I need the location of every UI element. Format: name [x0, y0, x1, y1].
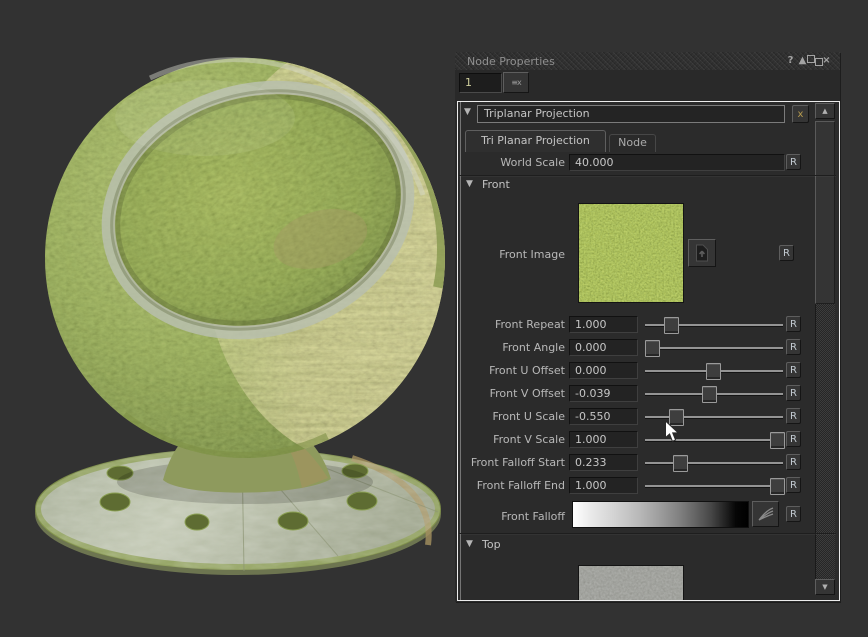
slider-handle[interactable]: [702, 386, 717, 403]
reset-button[interactable]: R: [779, 245, 794, 261]
front-image-label: Front Image: [462, 246, 565, 263]
param-value-field[interactable]: -0.550: [569, 408, 638, 425]
node-index-field[interactable]: 1: [459, 73, 502, 93]
param-slider[interactable]: [643, 362, 785, 379]
param-slider[interactable]: [643, 316, 785, 333]
reset-button[interactable]: R: [786, 506, 801, 522]
scroll-up-icon[interactable]: ▲: [815, 103, 835, 119]
slider-handle[interactable]: [664, 317, 679, 334]
close-icon[interactable]: ×: [821, 55, 832, 67]
filter-icon[interactable]: ≡x: [503, 72, 529, 93]
falloff-curve-icon[interactable]: [752, 501, 779, 527]
param-slider[interactable]: [643, 385, 785, 402]
help-icon[interactable]: ?: [785, 55, 796, 67]
reset-button[interactable]: R: [786, 154, 801, 170]
front-falloff-label: Front Falloff: [462, 508, 565, 525]
param-slider[interactable]: [643, 454, 785, 471]
scroll-down-icon[interactable]: ▼: [815, 579, 835, 595]
window-title: Node Properties: [455, 55, 555, 68]
world-scale-field[interactable]: 40.000: [569, 154, 785, 171]
load-image-icon[interactable]: [688, 239, 716, 267]
scrollbar-thumb[interactable]: [815, 121, 835, 304]
param-label: Front V Offset: [462, 385, 565, 402]
collapse-arrow-icon[interactable]: ▼: [464, 107, 471, 117]
front-section-label: Front: [482, 178, 510, 191]
param-label: Front Repeat: [462, 316, 565, 333]
top-image-thumbnail[interactable]: [578, 565, 684, 601]
tab-node[interactable]: Node: [609, 134, 656, 152]
world-scale-label: World Scale: [462, 154, 565, 171]
section-divider: [459, 175, 836, 176]
top-section-label: Top: [482, 538, 501, 551]
param-value-field[interactable]: -0.039: [569, 385, 638, 402]
titlebar-icons: ? ▲ ×: [785, 55, 840, 67]
remove-node-button[interactable]: x: [792, 105, 809, 123]
front-image-thumbnail[interactable]: [578, 203, 684, 303]
node-title-field[interactable]: Triplanar Projection: [477, 105, 785, 123]
reset-button[interactable]: R: [786, 316, 801, 332]
material-preview-render: [0, 0, 455, 634]
param-label: Front U Offset: [462, 362, 565, 379]
param-value-field[interactable]: 0.233: [569, 454, 638, 471]
reset-button[interactable]: R: [786, 408, 801, 424]
preview-viewport[interactable]: [0, 0, 455, 634]
front-collapse-icon[interactable]: ▼: [466, 179, 473, 189]
slider-handle[interactable]: [706, 363, 721, 380]
param-label: Front Falloff Start: [462, 454, 565, 471]
param-slider[interactable]: [643, 339, 785, 356]
param-value-field[interactable]: 0.000: [569, 339, 638, 356]
mouse-cursor: [664, 420, 680, 443]
param-label: Front U Scale: [462, 408, 565, 425]
section-divider: [459, 533, 836, 534]
param-slider[interactable]: [643, 477, 785, 494]
param-value-field[interactable]: 1.000: [569, 316, 638, 333]
reset-button[interactable]: R: [786, 431, 801, 447]
slider-handle[interactable]: [673, 455, 688, 472]
falloff-gradient-strip[interactable]: [572, 501, 749, 528]
reset-button[interactable]: R: [786, 362, 801, 378]
node-properties-window: Node Properties ? ▲ × 1 ≡x ▼ Triplanar P…: [455, 52, 840, 602]
reset-button[interactable]: R: [786, 385, 801, 401]
reset-button[interactable]: R: [786, 454, 801, 470]
restore-icon[interactable]: [809, 55, 820, 67]
tab-tri-planar-projection[interactable]: Tri Planar Projection: [465, 130, 606, 152]
param-value-field[interactable]: 1.000: [569, 431, 638, 448]
param-value-field[interactable]: 0.000: [569, 362, 638, 379]
slider-handle[interactable]: [770, 432, 785, 449]
param-label: Front Angle: [462, 339, 565, 356]
param-value-field[interactable]: 1.000: [569, 477, 638, 494]
triplanar-form-panel: ▼ Triplanar Projection x ▲ ▼ Tri Planar …: [457, 101, 840, 601]
slider-handle[interactable]: [770, 478, 785, 495]
reset-button[interactable]: R: [786, 339, 801, 355]
param-label: Front V Scale: [462, 431, 565, 448]
top-collapse-icon[interactable]: ▼: [466, 539, 473, 549]
param-label: Front Falloff End: [462, 477, 565, 494]
slider-handle[interactable]: [645, 340, 660, 357]
reset-button[interactable]: R: [786, 477, 801, 493]
window-titlebar[interactable]: Node Properties ? ▲ ×: [455, 52, 840, 70]
